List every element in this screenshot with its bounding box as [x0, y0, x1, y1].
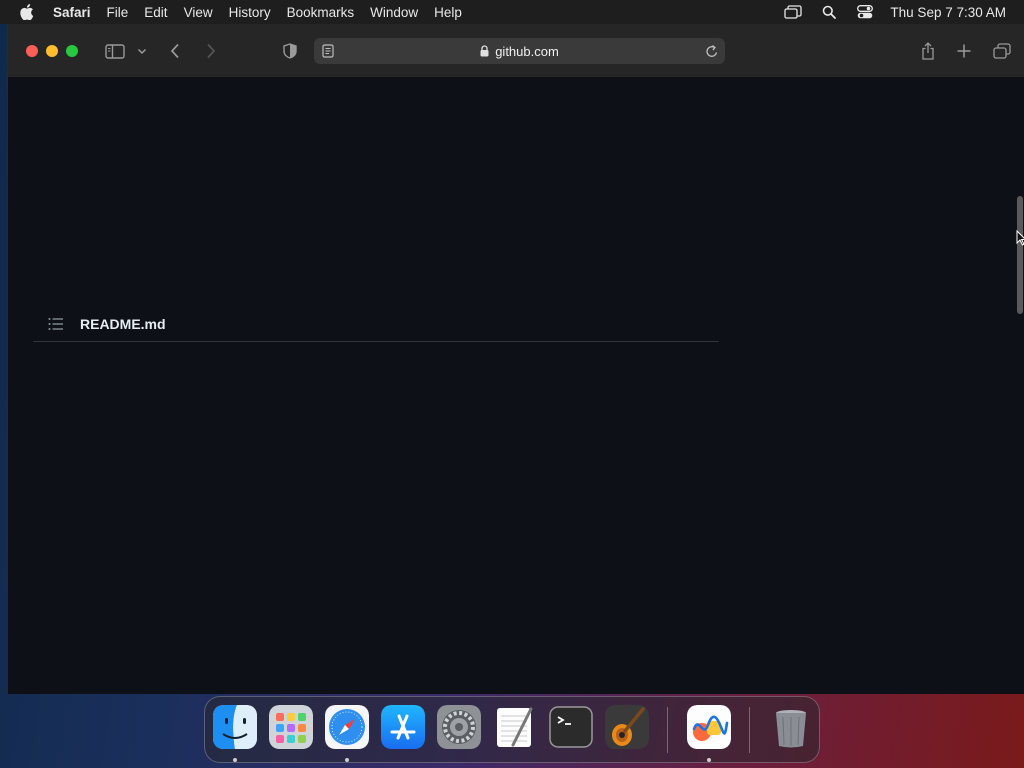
- menu-view[interactable]: View: [184, 5, 213, 20]
- close-window-button[interactable]: [26, 45, 38, 57]
- browser-toolbar: github.com: [8, 24, 1024, 78]
- privacy-shield-icon[interactable]: [282, 41, 298, 61]
- scrollbar-thumb[interactable]: [1017, 196, 1023, 314]
- garageband-icon[interactable]: [605, 705, 649, 749]
- menu-window[interactable]: Window: [370, 5, 418, 20]
- address-text: github.com: [495, 43, 559, 59]
- menu-bookmarks[interactable]: Bookmarks: [287, 5, 355, 20]
- finder-icon[interactable]: [213, 705, 257, 749]
- menu-clock[interactable]: Thu Sep 7 7:30 AM: [890, 5, 1006, 20]
- dock-separator: [667, 707, 668, 753]
- reload-icon[interactable]: [705, 43, 719, 59]
- menu-help[interactable]: Help: [434, 5, 462, 20]
- terminal-icon[interactable]: [549, 705, 593, 749]
- minimize-window-button[interactable]: [46, 45, 58, 57]
- readme-title[interactable]: README.md: [80, 316, 166, 332]
- dock: [204, 696, 820, 763]
- system-settings-icon[interactable]: [437, 705, 481, 749]
- vertical-scrollbar[interactable]: [1015, 78, 1024, 694]
- safari-icon[interactable]: [325, 705, 369, 749]
- safari-window: github.com README.md: [7, 24, 1024, 694]
- screen-mirroring-icon[interactable]: [782, 4, 804, 20]
- control-center-icon[interactable]: [854, 4, 876, 20]
- menu-app-name[interactable]: Safari: [53, 5, 91, 20]
- textedit-icon[interactable]: [493, 705, 537, 749]
- address-bar[interactable]: github.com: [314, 38, 725, 64]
- new-tab-plus-icon[interactable]: [956, 41, 972, 61]
- share-icon[interactable]: [920, 41, 936, 61]
- spotlight-search-icon[interactable]: [818, 4, 840, 20]
- menu-file[interactable]: File: [107, 5, 129, 20]
- launchpad-icon[interactable]: [269, 705, 313, 749]
- apple-menu-icon[interactable]: [19, 4, 35, 20]
- mouse-pointer-icon: [1016, 229, 1024, 246]
- sidebar-toggle-icon[interactable]: [104, 41, 126, 61]
- app-store-icon[interactable]: [381, 705, 425, 749]
- tab-overview-icon[interactable]: [992, 41, 1012, 61]
- freeform-running-indicator: [707, 758, 711, 762]
- list-outline-icon[interactable]: [48, 316, 64, 332]
- dock-separator: [749, 707, 750, 753]
- back-arrow-icon[interactable]: [168, 41, 182, 61]
- chevron-down-icon[interactable]: [136, 41, 148, 61]
- finder-running-indicator: [233, 758, 237, 762]
- menu-history[interactable]: History: [229, 5, 271, 20]
- menu-bar: Safari File Edit View History Bookmarks …: [0, 0, 1024, 24]
- freeform-icon[interactable]: [687, 705, 731, 749]
- maximize-window-button[interactable]: [66, 45, 78, 57]
- trash-icon[interactable]: [769, 705, 813, 749]
- forward-arrow-icon[interactable]: [204, 41, 218, 61]
- safari-running-indicator: [345, 758, 349, 762]
- web-page-content: README.md: [8, 78, 1016, 694]
- reader-view-icon[interactable]: [322, 44, 334, 58]
- readme-header: README.md: [33, 306, 719, 342]
- lock-icon: [480, 45, 490, 57]
- menu-edit[interactable]: Edit: [144, 5, 167, 20]
